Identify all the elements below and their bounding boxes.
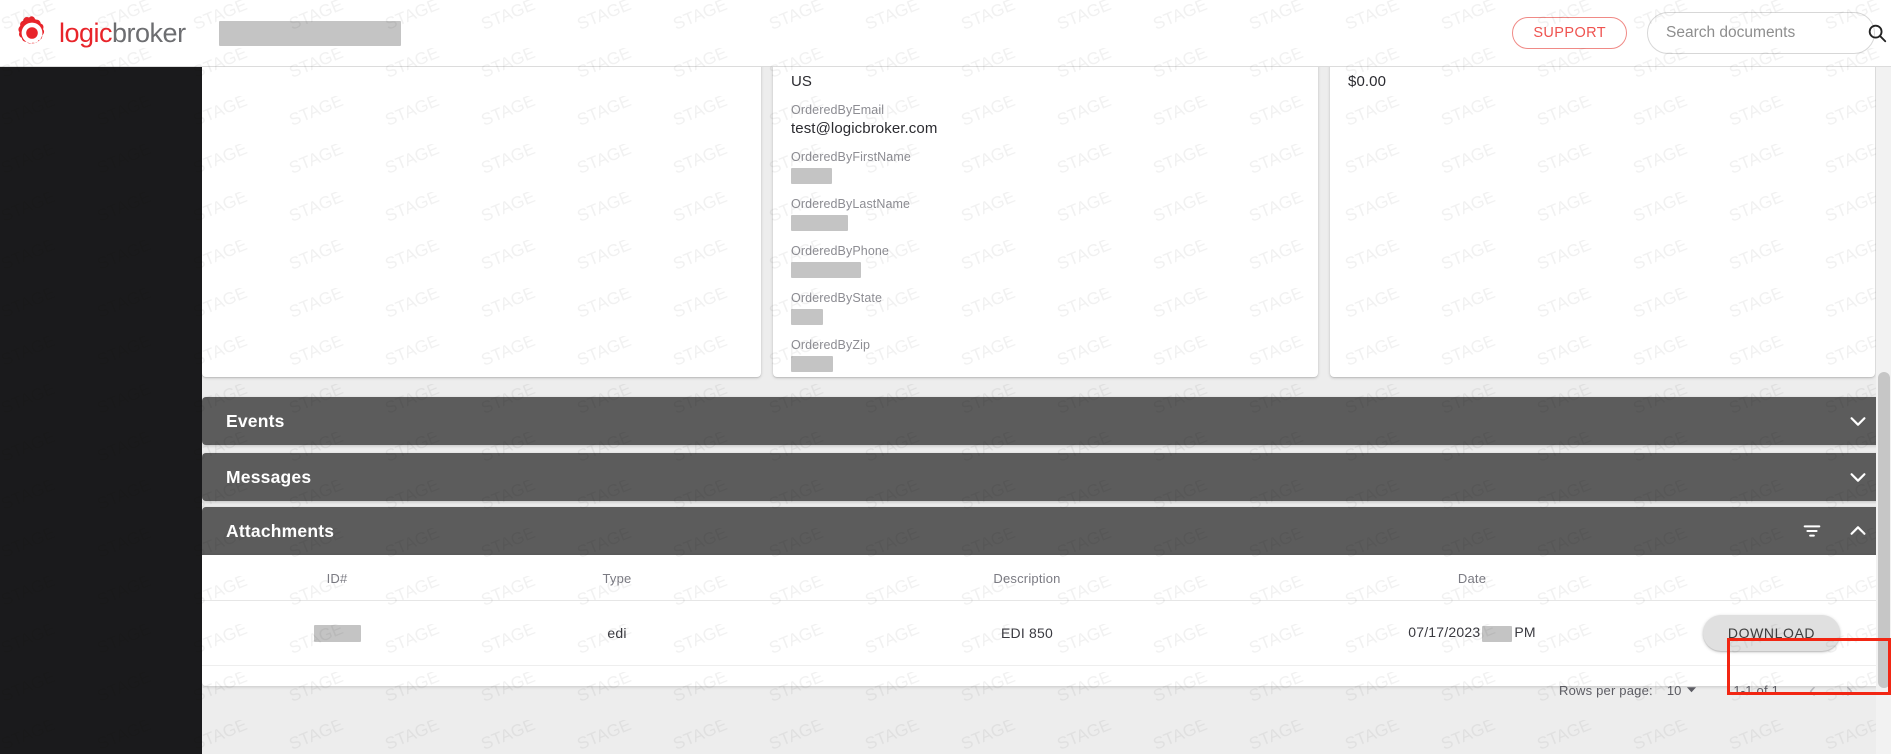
field-ordered-by-last-name-value — [791, 212, 1300, 234]
field-ordered-by-zip: OrderedByZip — [791, 337, 1300, 375]
cell-type: edi — [472, 600, 762, 666]
field-ordered-by-state-label: OrderedByState — [791, 291, 883, 305]
page-scrollbar-thumb[interactable] — [1878, 372, 1890, 688]
field-ordered-by-email-label: OrderedByEmail — [791, 103, 885, 117]
cell-description: EDI 850 — [762, 600, 1292, 666]
field-ordered-by-zip-label: OrderedByZip — [791, 338, 871, 352]
attachments-table-head: ID# Type Description Date — [202, 555, 1891, 601]
column-header-type[interactable]: Type — [472, 555, 762, 601]
detail-card-ordered-by: US OrderedByEmail test@logicbroker.com O… — [773, 57, 1318, 377]
field-ordered-by-phone: OrderedByPhone — [791, 243, 1300, 281]
cell-date-text: 07/17/2023 — [1408, 624, 1481, 641]
cell-date-meridiem: PM — [1514, 624, 1536, 641]
field-ordered-by-email-value: test@logicbroker.com — [791, 120, 938, 137]
column-header-description[interactable]: Description — [762, 555, 1292, 601]
search-box[interactable] — [1647, 12, 1887, 54]
redacted-value — [791, 215, 848, 232]
field-ordered-by-state-value — [791, 306, 1300, 328]
table-row[interactable]: edi EDI 850 07/17/2023 PM DOWNLOAD — [202, 600, 1891, 666]
field-ordered-by-last-name-label: OrderedByLastName — [791, 197, 911, 211]
field-ordered-by-zip-value — [791, 353, 1300, 375]
accordion-actions-messages — [1847, 466, 1869, 488]
accordion-panel-messages[interactable]: Messages — [202, 453, 1891, 501]
brand-logic-text: logic — [59, 17, 113, 48]
rows-per-page-select[interactable]: 10 — [1667, 683, 1697, 698]
table-header-row: ID# Type Description Date — [202, 555, 1891, 601]
support-button[interactable]: SUPPORT — [1512, 17, 1627, 49]
top-bar-actions: SUPPORT — [1512, 12, 1887, 54]
brand-wordmark: logicbroker — [59, 18, 186, 49]
pagination-range: 1-1 of 1 — [1733, 683, 1779, 698]
redacted-value — [791, 309, 823, 326]
field-country-value: US — [791, 73, 813, 90]
redacted-time-value — [1482, 625, 1513, 642]
detail-card-totals: $0.00 — [1330, 57, 1875, 377]
attachments-table: ID# Type Description Date edi EDI 850 07… — [202, 555, 1891, 666]
field-ordered-by-phone-label: OrderedByPhone — [791, 244, 889, 258]
filter-icon[interactable] — [1801, 520, 1823, 542]
download-button[interactable]: DOWNLOAD — [1702, 615, 1841, 651]
chevron-down-icon[interactable] — [1847, 466, 1869, 488]
field-ordered-by-first-name: OrderedByFirstName — [791, 149, 1300, 187]
accordion-panel-events[interactable]: Events — [202, 397, 1891, 445]
attachments-table-container: ID# Type Description Date edi EDI 850 07… — [202, 555, 1891, 701]
brand-broker-text: broker — [112, 17, 186, 48]
field-ordered-by-last-name: OrderedByLastName — [791, 196, 1300, 234]
field-ordered-by-phone-value — [791, 259, 1300, 281]
redacted-id-value — [313, 624, 361, 642]
accordion-title-events: Events — [226, 410, 285, 431]
redacted-account-name — [218, 20, 401, 46]
field-ordered-by-state: OrderedByState — [791, 290, 1300, 328]
left-sidebar[interactable] — [0, 67, 202, 754]
table-pagination: Rows per page: 10 1-1 of 1 ‹ › — [202, 666, 1891, 701]
detail-card-left — [202, 57, 761, 377]
order-total-value: $0.00 — [1348, 73, 1387, 90]
column-header-actions — [1652, 555, 1891, 601]
accordion-title-attachments: Attachments — [226, 520, 335, 541]
accordion-title-messages: Messages — [226, 466, 312, 487]
redacted-value — [791, 356, 833, 373]
rows-per-page-value: 10 — [1666, 683, 1682, 698]
brand-logo[interactable]: logicbroker — [12, 13, 186, 53]
accordion-actions-attachments — [1801, 520, 1869, 542]
chevron-down-icon — [1686, 683, 1697, 698]
previous-page-button[interactable]: ‹ — [1809, 680, 1816, 701]
accordion-actions-events — [1847, 410, 1869, 432]
field-country: US — [791, 71, 1300, 93]
redacted-value — [791, 262, 861, 279]
field-ordered-by-first-name-label: OrderedByFirstName — [791, 150, 911, 164]
logicbroker-gear-icon — [12, 13, 52, 53]
search-input[interactable] — [1666, 24, 1866, 42]
main-content: US OrderedByEmail test@logicbroker.com O… — [202, 57, 1891, 754]
column-header-date[interactable]: Date — [1292, 555, 1652, 601]
search-icon[interactable] — [1866, 22, 1888, 44]
rows-per-page-label: Rows per page: — [1558, 683, 1653, 698]
top-bar: logicbroker SUPPORT — [0, 0, 1891, 67]
column-header-id[interactable]: ID# — [202, 555, 472, 601]
cell-actions: DOWNLOAD — [1652, 600, 1891, 666]
cell-id — [202, 600, 472, 666]
chevron-down-icon[interactable] — [1847, 410, 1869, 432]
attachments-table-body: edi EDI 850 07/17/2023 PM DOWNLOAD — [202, 600, 1891, 666]
field-ordered-by-email: OrderedByEmail test@logicbroker.com — [791, 102, 1300, 140]
next-page-button[interactable]: › — [1846, 680, 1853, 701]
chevron-up-icon[interactable] — [1847, 520, 1869, 542]
cell-date: 07/17/2023 PM — [1292, 600, 1652, 666]
field-ordered-by-first-name-value — [791, 165, 1300, 187]
redacted-value — [791, 168, 832, 185]
accordion-panel-attachments[interactable]: Attachments — [202, 507, 1891, 555]
